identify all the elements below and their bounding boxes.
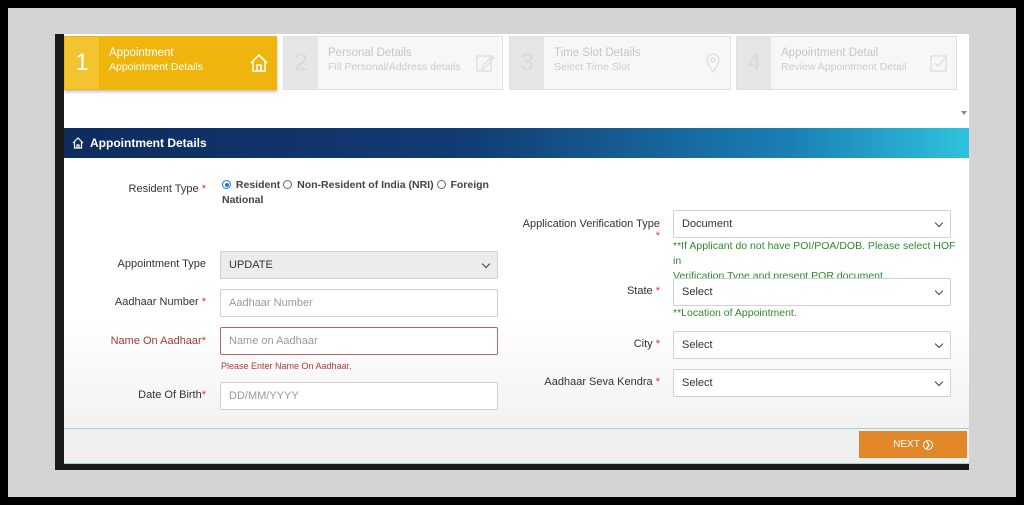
appointment-type-label: Appointment Type — [117, 258, 206, 270]
resident-type-radio-group: Resident Non-Resident of India (NRI) For… — [222, 178, 502, 208]
name-error-message: Please Enter Name On Aadhaar. — [221, 361, 352, 371]
stepper: 1 Appointment Appointment Details 2 Pers… — [64, 34, 969, 126]
chevron-down-icon — [934, 377, 944, 386]
appointment-app: 1 Appointment Appointment Details 2 Pers… — [55, 34, 969, 470]
radio-nri[interactable]: Non-Resident of India (NRI) — [283, 179, 434, 191]
state-label: State * — [626, 285, 660, 297]
step-title: Time Slot Details — [554, 47, 641, 59]
appointment-type-select[interactable]: UPDATE — [220, 251, 498, 279]
step-appointment[interactable]: 1 Appointment Appointment Details — [64, 36, 277, 90]
seva-kendra-select[interactable]: Select — [673, 369, 951, 397]
step-time-slot[interactable]: 3 Time Slot Details Select Time Slot — [509, 36, 731, 90]
aadhaar-number-label: Aadhaar Number * — [114, 296, 206, 308]
radio-icon[interactable] — [283, 180, 293, 189]
section-title: Appointment Details — [90, 136, 207, 150]
radio-icon[interactable] — [436, 180, 446, 189]
chevron-down-icon — [934, 286, 944, 295]
step-subtitle: Select Time Slot — [554, 61, 630, 73]
next-button[interactable]: NEXT ❯ — [859, 431, 967, 458]
step-number: 3 — [510, 37, 544, 89]
step-number: 4 — [737, 37, 771, 89]
verification-type-label: Application Verification Type * — [522, 218, 660, 242]
resident-type-label: Resident Type * — [128, 183, 206, 195]
step-number: 1 — [65, 37, 99, 89]
radio-resident[interactable]: Resident — [222, 179, 280, 191]
left-border — [55, 34, 64, 470]
dob-input[interactable]: DD/MM/YYYY — [220, 382, 498, 410]
step-subtitle: Fill Personal/Address details — [328, 61, 461, 73]
state-note: **Location of Appointment. — [673, 307, 797, 319]
location-pin-icon — [696, 37, 730, 89]
home-icon — [242, 37, 276, 89]
bottom-border — [55, 464, 969, 470]
seva-kendra-label: Aadhaar Seva Kendra * — [544, 376, 660, 388]
step-subtitle: Review Appointment Detail — [781, 61, 907, 73]
checkbox-icon — [922, 37, 956, 89]
section-header: Appointment Details — [64, 128, 969, 158]
appointment-form: Resident Type * Resident Non-Resident of… — [64, 158, 969, 428]
city-label: City * — [633, 338, 660, 350]
edit-icon — [468, 37, 502, 89]
form-footer: NEXT ❯ — [64, 428, 969, 464]
arrow-right-circle-icon: ❯ — [922, 439, 933, 450]
name-on-aadhaar-input[interactable]: Name on Aadhaar — [220, 327, 498, 355]
step-number: 2 — [284, 37, 318, 89]
scroll-down-arrow-icon[interactable] — [961, 111, 967, 115]
home-icon — [72, 137, 84, 149]
step-personal-details[interactable]: 2 Personal Details Fill Personal/Address… — [283, 36, 503, 90]
step-subtitle: Appointment Details — [109, 61, 203, 73]
step-title: Personal Details — [328, 47, 412, 59]
verification-type-select[interactable]: Document — [673, 210, 951, 238]
step-title: Appointment — [109, 47, 174, 59]
dob-label: Date Of Birth* — [138, 389, 206, 401]
chevron-down-icon — [481, 259, 491, 268]
name-on-aadhaar-label: Name On Aadhaar* — [110, 335, 206, 347]
radio-checked-icon[interactable] — [222, 180, 231, 189]
chevron-down-icon — [934, 218, 944, 227]
chevron-down-icon — [934, 339, 944, 348]
step-appointment-detail[interactable]: 4 Appointment Detail Review Appointment … — [736, 36, 957, 90]
state-select[interactable]: Select — [673, 278, 951, 306]
aadhaar-number-input[interactable]: Aadhaar Number — [220, 289, 498, 317]
step-title: Appointment Detail — [781, 47, 879, 59]
city-select[interactable]: Select — [673, 331, 951, 359]
